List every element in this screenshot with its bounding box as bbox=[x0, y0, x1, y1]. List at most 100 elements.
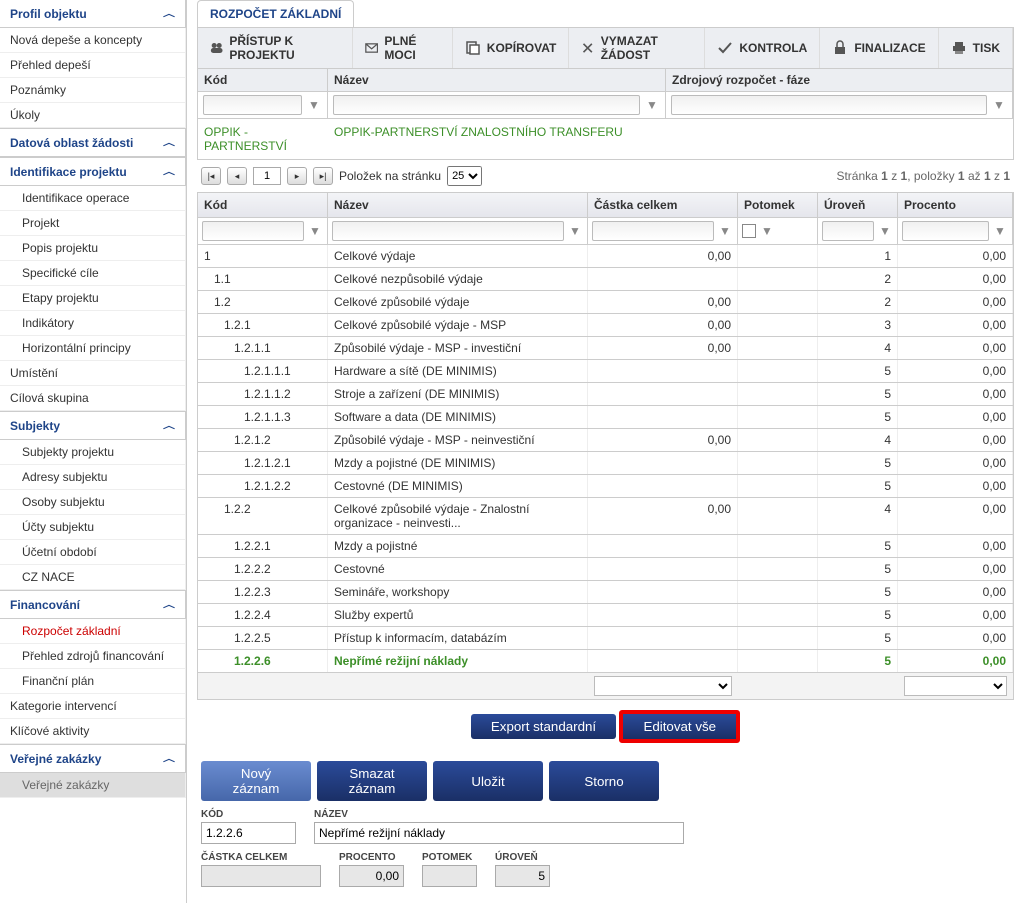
gh-potomek[interactable]: Potomek bbox=[738, 193, 818, 217]
f1-nazev[interactable]: Název bbox=[328, 69, 666, 91]
table-row[interactable]: 1.2.1Celkové způsobilé výdaje - MSP0,003… bbox=[197, 314, 1014, 337]
sum-proc[interactable] bbox=[904, 676, 1007, 696]
table-row[interactable]: 1.2.1.1.2Stroje a zařízení (DE MINIMIS)5… bbox=[197, 383, 1014, 406]
gf-kod[interactable] bbox=[202, 221, 304, 241]
pager-prev[interactable]: ◂ bbox=[227, 167, 247, 185]
section-financovani[interactable]: Financování ︿ bbox=[0, 590, 186, 619]
export-button[interactable]: Export standardní bbox=[471, 714, 616, 739]
sidebar-item-osoby[interactable]: Osoby subjektu bbox=[0, 490, 186, 515]
filter-icon[interactable]: ▼ bbox=[307, 223, 323, 239]
green-row[interactable]: OPPIK - PARTNERSTVÍ OPPIK-PARTNERSTVÍ ZN… bbox=[197, 119, 1014, 160]
sidebar-item-verejne-zakazky[interactable]: Veřejné zakázky bbox=[0, 773, 186, 798]
uroven-input[interactable] bbox=[495, 865, 550, 887]
pager-page[interactable] bbox=[253, 167, 281, 185]
sidebar-item-ucetni[interactable]: Účetní období bbox=[0, 540, 186, 565]
table-row[interactable]: 1.2.2.6Nepřímé režijní náklady50,00 bbox=[197, 650, 1014, 673]
sidebar-item-kategorie[interactable]: Kategorie intervencí bbox=[0, 694, 186, 719]
tab-rozpocet[interactable]: ROZPOČET ZÁKLADNÍ bbox=[197, 0, 354, 27]
procento-input[interactable] bbox=[339, 865, 404, 887]
tool-tisk[interactable]: TISK bbox=[939, 28, 1013, 68]
section-subjekty[interactable]: Subjekty ︿ bbox=[0, 411, 186, 440]
tool-finalizace[interactable]: FINALIZACE bbox=[820, 28, 938, 68]
pager-size[interactable]: 25 bbox=[447, 166, 482, 186]
sidebar-item-cilova[interactable]: Cílová skupina bbox=[0, 386, 186, 411]
gh-kod[interactable]: Kód bbox=[198, 193, 328, 217]
table-row[interactable]: 1.2.2Celkové způsobilé výdaje - Znalostn… bbox=[197, 498, 1014, 535]
gh-nazev[interactable]: Název bbox=[328, 193, 588, 217]
f1-kod-input[interactable] bbox=[203, 95, 302, 115]
table-row[interactable]: 1.2.1.2Způsobilé výdaje - MSP - neinvest… bbox=[197, 429, 1014, 452]
sidebar-item-rozpocet[interactable]: Rozpočet základní bbox=[0, 619, 186, 644]
gf-proc[interactable] bbox=[902, 221, 989, 241]
table-row[interactable]: 1.2.1.1.1Hardware a sítě (DE MINIMIS)50,… bbox=[197, 360, 1014, 383]
filter-icon[interactable]: ▼ bbox=[644, 97, 660, 113]
sum-castka[interactable] bbox=[594, 676, 732, 696]
tool-pristup[interactable]: PŘÍSTUP K PROJEKTU bbox=[198, 28, 353, 68]
table-row[interactable]: 1.2.2.2Cestovné50,00 bbox=[197, 558, 1014, 581]
gh-uroven[interactable]: Úroveň bbox=[818, 193, 898, 217]
f1-zdroj[interactable]: Zdrojový rozpočet - fáze bbox=[666, 69, 1013, 91]
tool-vymazat[interactable]: VYMAZAT ŽÁDOST bbox=[569, 28, 705, 68]
filter-icon[interactable]: ▼ bbox=[717, 223, 733, 239]
table-row[interactable]: 1.2.2.4Služby expertů50,00 bbox=[197, 604, 1014, 627]
ulozit-button[interactable]: Uložit bbox=[433, 761, 543, 801]
table-row[interactable]: 1Celkové výdaje0,0010,00 bbox=[197, 245, 1014, 268]
edit-all-button[interactable]: Editovat vše bbox=[623, 714, 736, 739]
pager-last[interactable]: ▸| bbox=[313, 167, 333, 185]
sidebar-item-subjekty-projektu[interactable]: Subjekty projektu bbox=[0, 440, 186, 465]
smazat-button[interactable]: Smazat záznam bbox=[317, 761, 427, 801]
tool-kontrola[interactable]: KONTROLA bbox=[705, 28, 820, 68]
sidebar-item-specificke-cile[interactable]: Specifické cíle bbox=[0, 261, 186, 286]
section-datova-oblast[interactable]: Datová oblast žádosti ︿ bbox=[0, 128, 186, 157]
novy-button[interactable]: Nový záznam bbox=[201, 761, 311, 801]
filter-icon[interactable]: ▼ bbox=[759, 223, 775, 239]
sidebar-item-projekt[interactable]: Projekt bbox=[0, 211, 186, 236]
sidebar-item-cznace[interactable]: CZ NACE bbox=[0, 565, 186, 590]
table-row[interactable]: 1.2.1.2.2Cestovné (DE MINIMIS)50,00 bbox=[197, 475, 1014, 498]
sidebar-item-prehled-depesi[interactable]: Přehled depeší bbox=[0, 53, 186, 78]
castka-input[interactable] bbox=[201, 865, 321, 887]
sidebar-item-indikatory[interactable]: Indikátory bbox=[0, 311, 186, 336]
filter-icon[interactable]: ▼ bbox=[992, 223, 1008, 239]
table-row[interactable]: 1.2.1.1.3Software a data (DE MINIMIS)50,… bbox=[197, 406, 1014, 429]
nazev-input[interactable] bbox=[314, 822, 684, 844]
pager-first[interactable]: |◂ bbox=[201, 167, 221, 185]
table-row[interactable]: 1.1Celkové nezpůsobilé výdaje20,00 bbox=[197, 268, 1014, 291]
tool-plne-moci[interactable]: PLNÉ MOCI bbox=[353, 28, 453, 68]
storno-button[interactable]: Storno bbox=[549, 761, 659, 801]
f1-zdroj-input[interactable] bbox=[671, 95, 987, 115]
section-verejne[interactable]: Veřejné zakázky ︿ bbox=[0, 744, 186, 773]
sidebar-item-horizont[interactable]: Horizontální principy bbox=[0, 336, 186, 361]
table-row[interactable]: 1.2.2.5Přístup k informacím, databázím50… bbox=[197, 627, 1014, 650]
potomek-input[interactable] bbox=[422, 865, 477, 887]
sidebar-item-prehled-zdroju[interactable]: Přehled zdrojů financování bbox=[0, 644, 186, 669]
sidebar-item-ukoly[interactable]: Úkoly bbox=[0, 103, 186, 128]
filter-icon[interactable]: ▼ bbox=[991, 97, 1007, 113]
table-row[interactable]: 1.2.2.3Semináře, workshopy50,00 bbox=[197, 581, 1014, 604]
gf-uroven[interactable] bbox=[822, 221, 874, 241]
table-row[interactable]: 1.2.1.2.1Mzdy a pojistné (DE MINIMIS)50,… bbox=[197, 452, 1014, 475]
sidebar-item-poznamky[interactable]: Poznámky bbox=[0, 78, 186, 103]
filter-icon[interactable]: ▼ bbox=[877, 223, 893, 239]
filter-icon[interactable]: ▼ bbox=[567, 223, 583, 239]
sidebar-item-identifikace-operace[interactable]: Identifikace operace bbox=[0, 186, 186, 211]
sidebar-item-popis[interactable]: Popis projektu bbox=[0, 236, 186, 261]
gh-proc[interactable]: Procento bbox=[898, 193, 1013, 217]
sidebar-item-etapy[interactable]: Etapy projektu bbox=[0, 286, 186, 311]
table-row[interactable]: 1.2.1.1Způsobilé výdaje - MSP - investič… bbox=[197, 337, 1014, 360]
sidebar-item-nova-depese[interactable]: Nová depeše a koncepty bbox=[0, 28, 186, 53]
sidebar-item-ucty[interactable]: Účty subjektu bbox=[0, 515, 186, 540]
section-identifikace[interactable]: Identifikace projektu ︿ bbox=[0, 157, 186, 186]
gf-nazev[interactable] bbox=[332, 221, 564, 241]
gf-castka[interactable] bbox=[592, 221, 714, 241]
table-row[interactable]: 1.2Celkové způsobilé výdaje0,0020,00 bbox=[197, 291, 1014, 314]
sidebar-item-klicove[interactable]: Klíčové aktivity bbox=[0, 719, 186, 744]
section-profil[interactable]: Profil objektu ︿ bbox=[0, 0, 186, 28]
kod-input[interactable] bbox=[201, 822, 296, 844]
sidebar-item-financni-plan[interactable]: Finanční plán bbox=[0, 669, 186, 694]
f1-kod[interactable]: Kód bbox=[198, 69, 328, 91]
gf-potomek-check[interactable] bbox=[742, 224, 756, 238]
tool-kopirovat[interactable]: KOPÍROVAT bbox=[453, 28, 570, 68]
sidebar-item-adresy[interactable]: Adresy subjektu bbox=[0, 465, 186, 490]
f1-nazev-input[interactable] bbox=[333, 95, 640, 115]
